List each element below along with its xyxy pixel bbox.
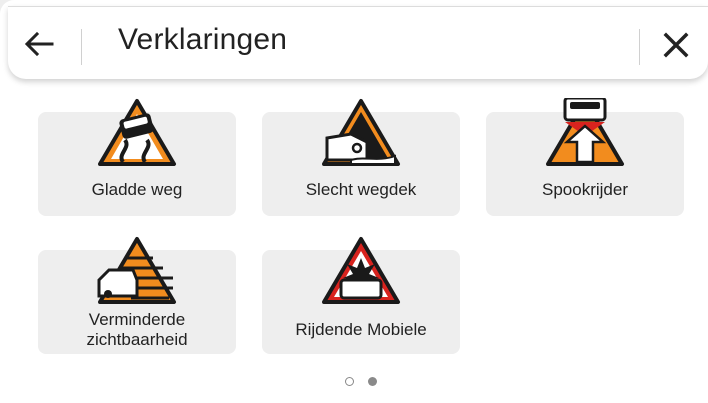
reduced-visibility-icon [97, 237, 176, 304]
page-dot-2-active[interactable] [368, 377, 377, 386]
tile-gladde-weg[interactable]: Gladde weg [38, 99, 236, 216]
mobile-roadworks-icon [322, 237, 400, 304]
page-dot-1[interactable] [345, 377, 354, 386]
tile-label: Rijdende Mobiele [295, 320, 427, 339]
tile-verminderde-zichtbaarheid[interactable]: Verminderde zichtbaarheid [38, 237, 236, 354]
tile-label: Slecht wegdek [305, 180, 417, 199]
tile-label: Verminderde zichtbaarheid [86, 310, 188, 349]
header-bar: Verklaringen [8, 6, 708, 79]
tile-rijdende-mobiele[interactable]: Rijdende Mobiele [262, 237, 460, 354]
bad-road-surface-icon [322, 99, 400, 166]
page-panel: Verklaringen Gladde weg Slecht wegdek Sp… [0, 0, 708, 403]
tile-spookrijder[interactable]: Spookrijder [486, 98, 684, 216]
header-divider [639, 29, 640, 65]
back-arrow-icon[interactable] [22, 29, 56, 59]
slippery-road-icon [98, 99, 176, 166]
tile-label: Spookrijder [542, 180, 628, 199]
close-icon[interactable] [662, 31, 690, 59]
header-divider [81, 29, 82, 65]
page-title: Verklaringen [118, 23, 288, 56]
ghost-driver-icon [546, 98, 624, 166]
tile-slecht-wegdek[interactable]: Slecht wegdek [262, 99, 460, 216]
tile-label: Gladde weg [91, 180, 183, 199]
